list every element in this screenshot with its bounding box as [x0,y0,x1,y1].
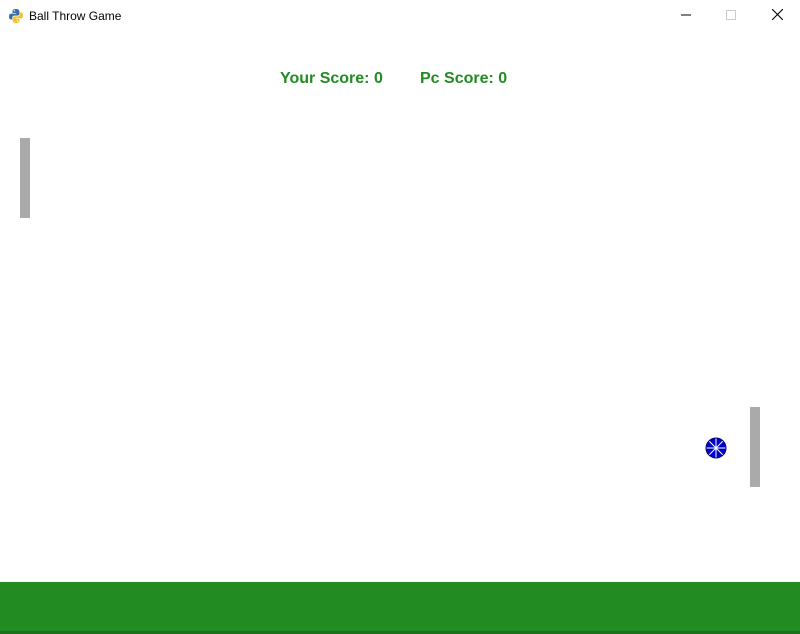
window-title: Ball Throw Game [29,9,122,23]
pc-paddle [750,407,760,487]
minimize-icon [681,7,691,25]
ground [0,582,800,634]
game-canvas[interactable] [0,32,800,582]
pc-score: Pc Score: 0 [420,70,508,87]
player-paddle [20,138,30,218]
maximize-button[interactable] [708,0,754,32]
close-icon [771,7,783,25]
minimize-button[interactable] [663,0,709,32]
window-titlebar[interactable]: Ball Throw Game [0,0,800,32]
python-icon [8,8,24,24]
close-button[interactable] [754,0,800,32]
player-score: Your Score: 0 [280,70,383,87]
maximize-icon [726,7,736,25]
ball [705,437,727,459]
